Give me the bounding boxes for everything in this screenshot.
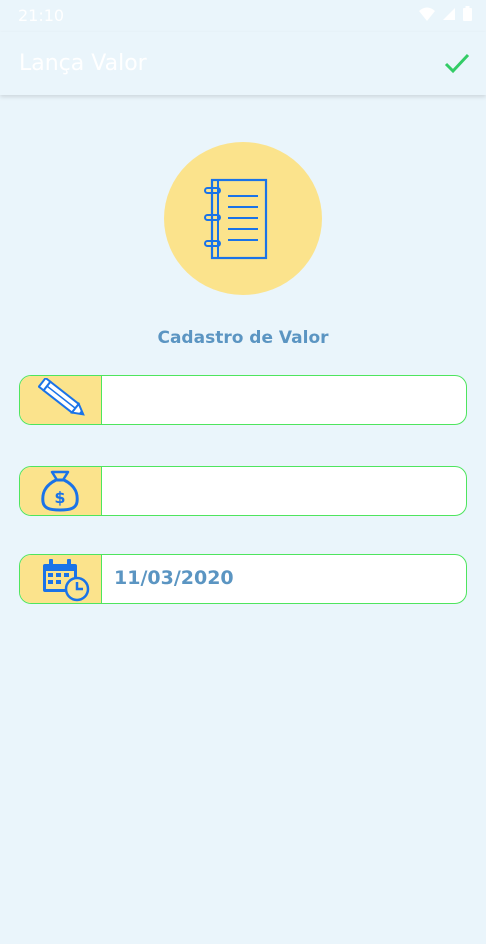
money-bag-icon: $ bbox=[41, 470, 79, 512]
app-bar: Lança Valor bbox=[0, 32, 486, 95]
date-value: 11/03/2020 bbox=[114, 567, 234, 589]
value-field[interactable]: $ bbox=[19, 466, 467, 516]
wifi-icon bbox=[419, 7, 435, 21]
pencil-icon bbox=[38, 378, 85, 416]
svg-text:$: $ bbox=[54, 488, 65, 507]
status-time: 21:10 bbox=[18, 6, 65, 25]
calendar-clock-icon bbox=[43, 559, 90, 602]
check-icon[interactable] bbox=[444, 50, 470, 76]
battery-icon bbox=[463, 6, 472, 21]
form-title: Cadastro de Valor bbox=[157, 328, 329, 348]
date-icon-box bbox=[20, 555, 102, 603]
signal-icon bbox=[443, 7, 455, 20]
hero-avatar bbox=[164, 142, 322, 295]
description-icon-box bbox=[20, 376, 102, 424]
date-field[interactable]: 11/03/2020 bbox=[19, 554, 467, 604]
value-icon-box: $ bbox=[20, 467, 102, 515]
description-field[interactable] bbox=[19, 375, 467, 425]
status-bar: 21:10 bbox=[0, 0, 486, 32]
status-icons bbox=[419, 6, 472, 21]
notebook-icon bbox=[204, 178, 268, 260]
page-title: Lança Valor bbox=[19, 51, 147, 76]
